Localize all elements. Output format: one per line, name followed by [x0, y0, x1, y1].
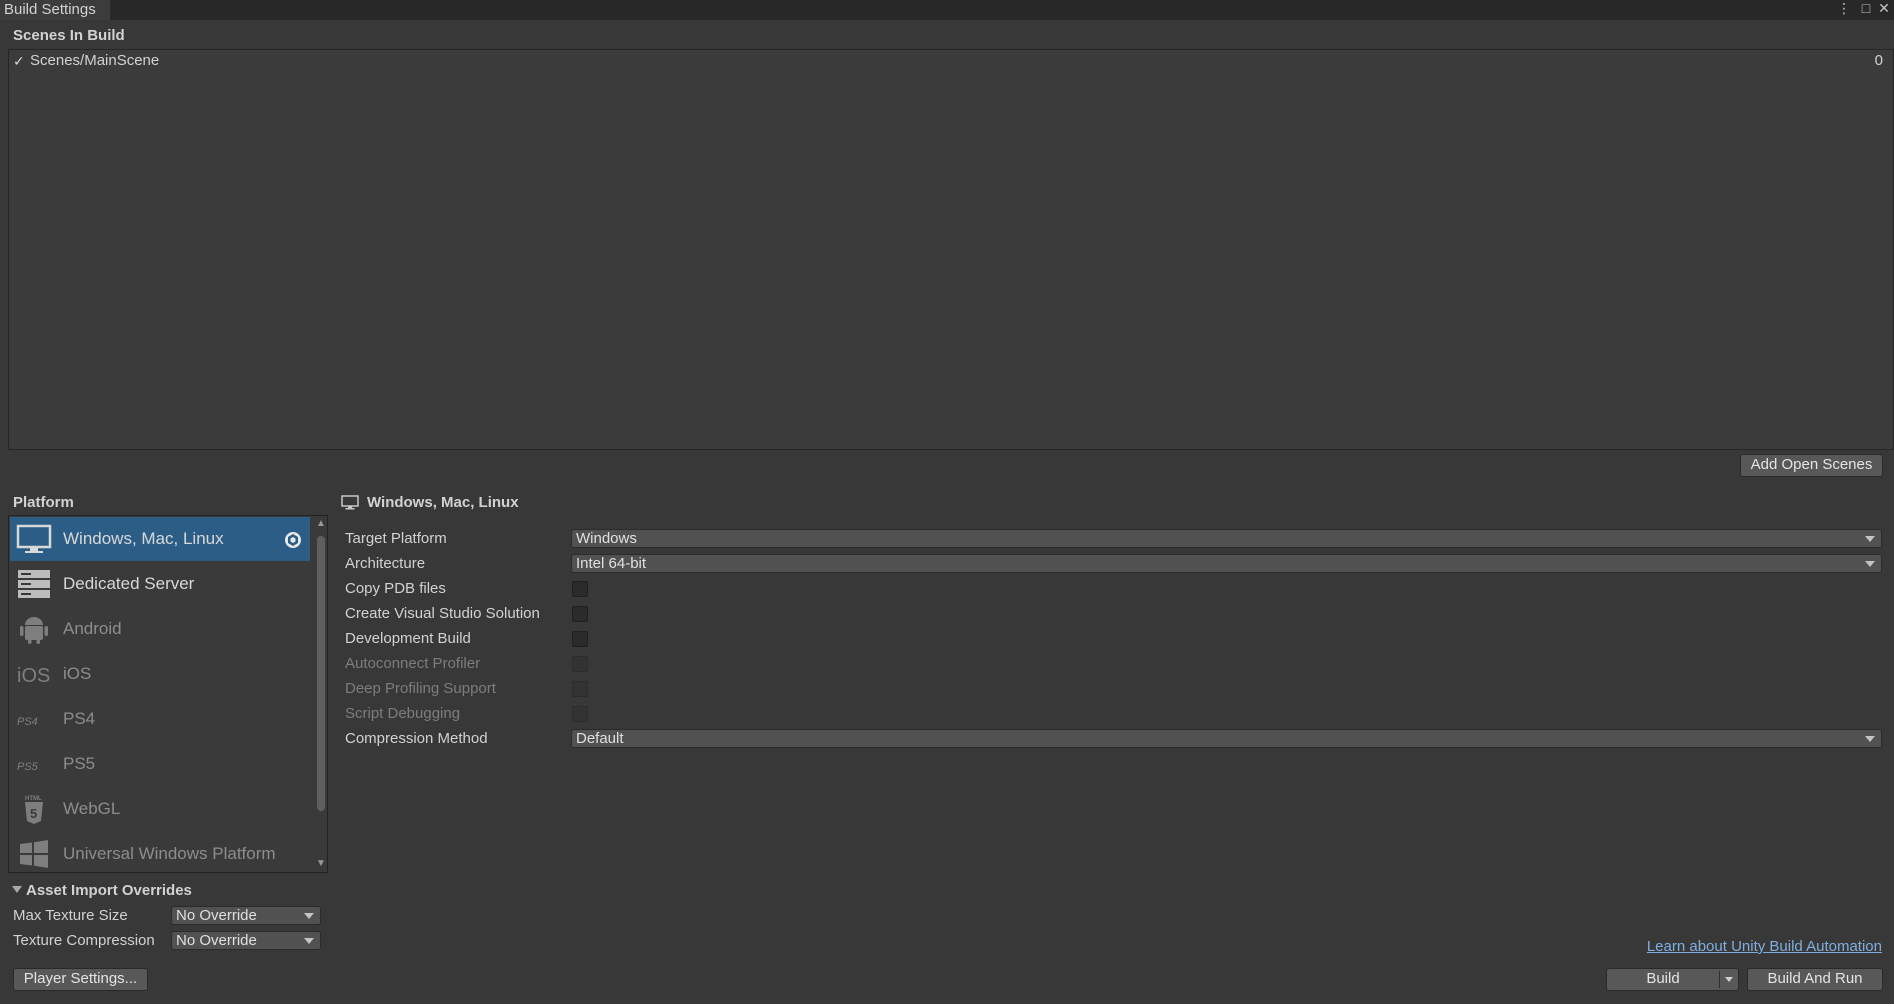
split-divider: [1719, 971, 1720, 988]
platform-item-ps4[interactable]: PS4 PS4: [10, 697, 310, 741]
platform-label: Android: [63, 619, 122, 638]
texture-compression-dropdown[interactable]: No Override: [171, 931, 321, 950]
platform-label: Dedicated Server: [63, 574, 195, 593]
deep-profiling-checkbox: [572, 681, 588, 697]
platform-label: WebGL: [63, 799, 121, 818]
build-button[interactable]: Build: [1606, 968, 1739, 991]
platform-list[interactable]: Windows, Mac, Linux Dedicated Server And…: [8, 515, 328, 873]
windows-icon: [20, 840, 48, 868]
unity-logo-icon: [285, 532, 301, 548]
target-platform-dropdown[interactable]: Windows: [571, 529, 1882, 548]
platform-item-ios[interactable]: iOS iOS: [10, 652, 310, 696]
copy-pdb-label: Copy PDB files: [345, 580, 446, 597]
platform-label: iOS: [63, 664, 92, 683]
android-icon: [20, 617, 48, 644]
dropdown-value: No Override: [176, 907, 257, 924]
scroll-thumb[interactable]: [317, 536, 325, 811]
create-vs-solution-checkbox[interactable]: [572, 606, 588, 622]
deep-profiling-label: Deep Profiling Support: [345, 680, 496, 697]
autoconnect-profiler-checkbox: [572, 656, 588, 672]
script-debugging-checkbox: [572, 706, 588, 722]
development-build-checkbox[interactable]: [572, 631, 588, 647]
create-vs-solution-label: Create Visual Studio Solution: [345, 605, 540, 622]
chevron-down-icon: [1865, 561, 1875, 567]
svg-text:iOS: iOS: [17, 665, 50, 687]
more-options-icon[interactable]: ⋮: [1836, 0, 1852, 16]
chevron-down-icon: [304, 913, 314, 919]
development-build-label: Development Build: [345, 630, 471, 647]
maximize-icon[interactable]: □: [1858, 0, 1874, 16]
svg-text:5: 5: [30, 806, 37, 821]
platform-label: Windows, Mac, Linux: [63, 529, 224, 548]
ps5-icon: PS5: [17, 761, 39, 773]
foldout-arrow-icon[interactable]: [12, 886, 22, 893]
player-settings-button[interactable]: Player Settings...: [13, 968, 148, 991]
build-button-label: Build: [1646, 970, 1680, 987]
platform-item-android[interactable]: Android: [10, 607, 310, 651]
chevron-down-icon: [1865, 536, 1875, 542]
settings-header: Windows, Mac, Linux: [367, 494, 519, 511]
architecture-label: Architecture: [345, 555, 426, 572]
learn-build-automation-link[interactable]: Learn about Unity Build Automation: [1647, 938, 1882, 955]
script-debugging-label: Script Debugging: [345, 705, 461, 722]
scene-name: Scenes/MainScene: [30, 52, 160, 69]
architecture-dropdown[interactable]: Intel 64-bit: [571, 554, 1882, 573]
asset-import-overrides-header[interactable]: Asset Import Overrides: [26, 882, 192, 899]
scene-checkbox[interactable]: ✓: [13, 54, 27, 68]
monitor-icon: [341, 495, 359, 510]
svg-text:PS4: PS4: [17, 716, 38, 728]
monitor-icon: [16, 524, 52, 553]
build-options-chevron-icon[interactable]: [1725, 977, 1733, 982]
autoconnect-profiler-label: Autoconnect Profiler: [345, 655, 481, 672]
target-platform-label: Target Platform: [345, 530, 447, 547]
scenes-list[interactable]: ✓ Scenes/MainScene 0: [8, 49, 1894, 450]
ios-icon: iOS: [17, 665, 50, 687]
dropdown-value: Intel 64-bit: [576, 555, 647, 572]
close-icon[interactable]: ✕: [1876, 0, 1892, 16]
platform-item-dedicated-server[interactable]: Dedicated Server: [10, 562, 310, 606]
ps4-icon: PS4: [17, 716, 38, 728]
window-tab[interactable]: Build Settings: [0, 0, 110, 20]
platform-item-uwp[interactable]: Universal Windows Platform: [10, 832, 310, 872]
copy-pdb-checkbox[interactable]: [572, 581, 588, 597]
scroll-up-icon[interactable]: ▲: [316, 519, 326, 529]
dropdown-value: No Override: [176, 932, 257, 949]
svg-text:PS5: PS5: [17, 761, 39, 773]
platform-label: PS4: [63, 709, 96, 728]
platform-item-webgl[interactable]: HTML 5 WebGL: [10, 787, 310, 831]
platform-label: PS5: [63, 754, 96, 773]
add-open-scenes-button[interactable]: Add Open Scenes: [1740, 454, 1883, 477]
chevron-down-icon: [304, 938, 314, 944]
dropdown-value: Default: [576, 730, 624, 747]
platform-label: Universal Windows Platform: [63, 844, 276, 863]
scene-row[interactable]: ✓ Scenes/MainScene 0: [9, 50, 1893, 72]
platform-item-windows-mac-linux[interactable]: Windows, Mac, Linux: [10, 517, 310, 561]
svg-text:HTML: HTML: [25, 796, 42, 802]
scroll-down-icon[interactable]: ▼: [316, 859, 326, 869]
platform-header: Platform: [13, 494, 74, 511]
max-texture-size-dropdown[interactable]: No Override: [171, 906, 321, 925]
chevron-down-icon: [1865, 736, 1875, 742]
compression-method-label: Compression Method: [345, 730, 488, 747]
server-icon: [18, 570, 50, 598]
scene-index: 0: [1874, 52, 1883, 69]
compression-method-dropdown[interactable]: Default: [571, 729, 1882, 748]
html5-icon: HTML 5: [25, 796, 43, 824]
build-and-run-button[interactable]: Build And Run: [1747, 968, 1883, 991]
max-texture-size-label: Max Texture Size: [13, 907, 128, 924]
texture-compression-label: Texture Compression: [13, 932, 155, 949]
dropdown-value: Windows: [576, 530, 637, 547]
platform-scrollbar[interactable]: ▲ ▼: [314, 516, 327, 872]
title-bar: Build Settings ⋮ □ ✕: [0, 0, 1894, 20]
platform-item-ps5[interactable]: PS5 PS5: [10, 742, 310, 786]
scenes-header: Scenes In Build: [13, 27, 125, 44]
